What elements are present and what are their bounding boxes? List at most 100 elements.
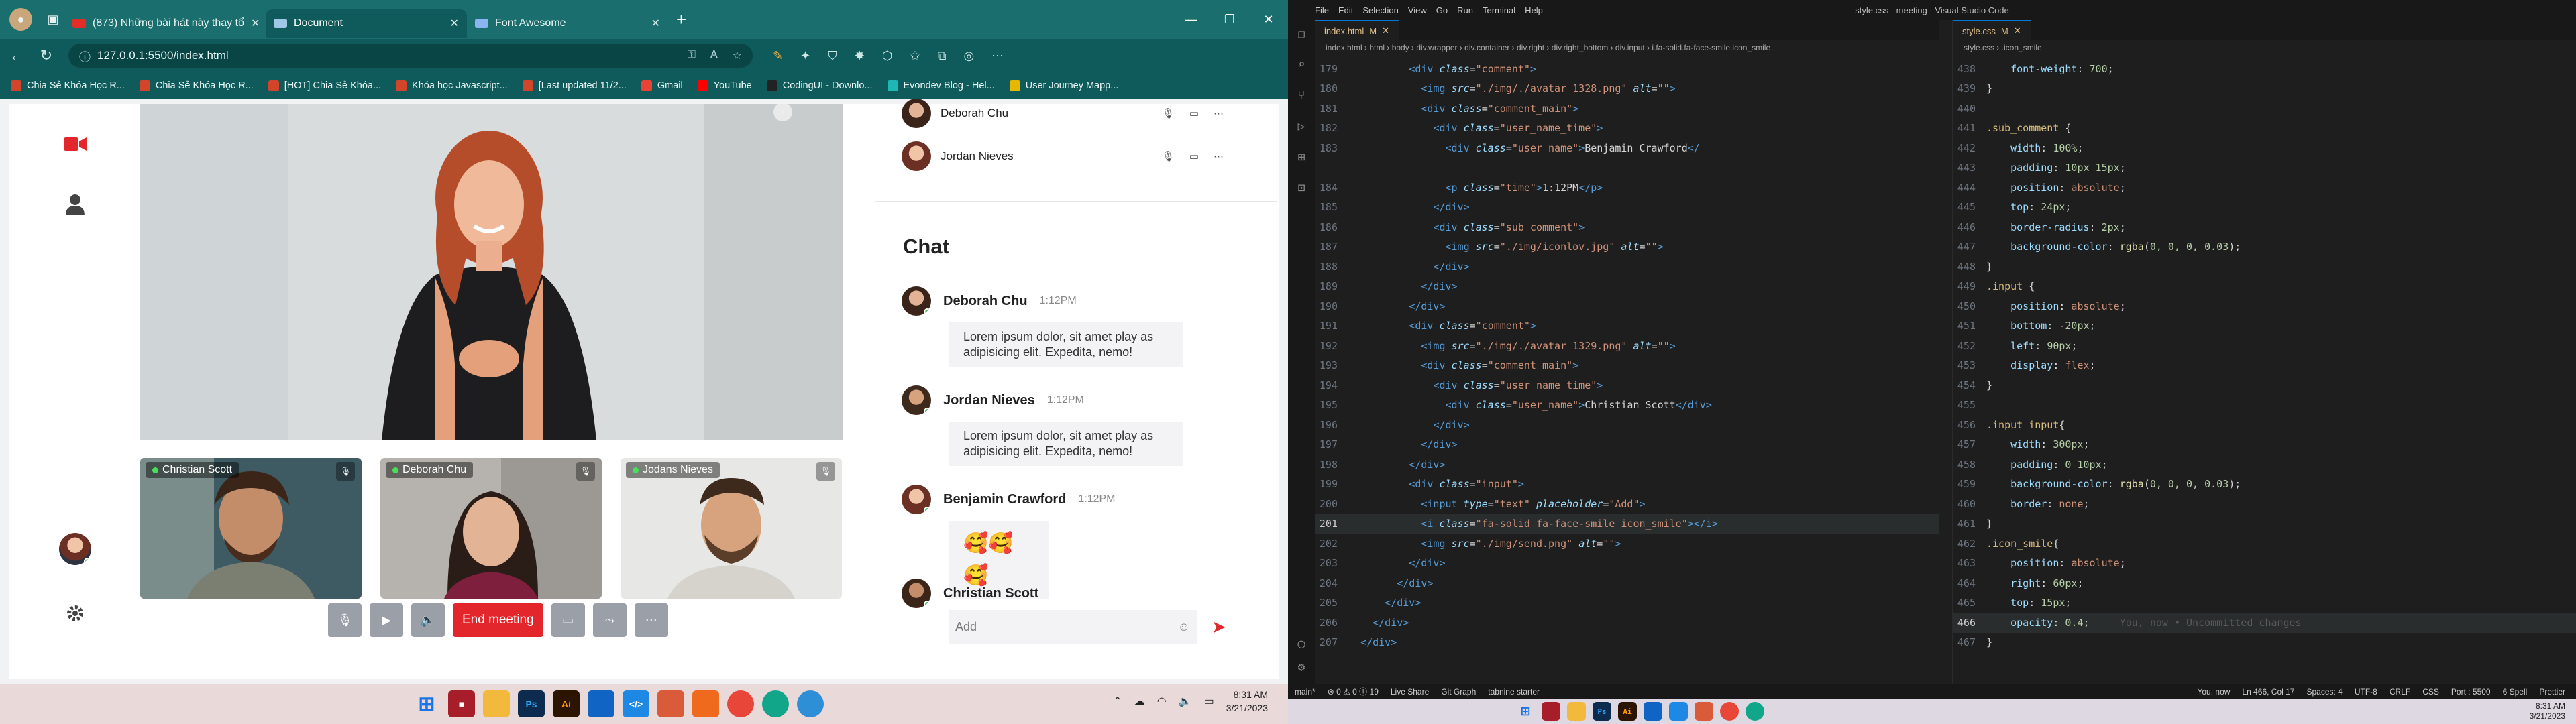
user-icon[interactable]: [62, 191, 89, 218]
profile-circle-icon[interactable]: ◎: [963, 49, 974, 63]
microphone-icon[interactable]: 🎙: [336, 462, 355, 481]
extension-icon[interactable]: ⬡: [882, 49, 893, 63]
minimize-icon[interactable]: —: [1171, 0, 1210, 39]
folder-icon[interactable]: [1567, 702, 1586, 721]
address-bar[interactable]: ⓘ 127.0.0.1:5500/index.html ⚿ A ☆: [68, 44, 753, 68]
edge-icon[interactable]: [797, 690, 824, 717]
account-icon[interactable]: ◯: [1293, 637, 1309, 653]
app-icon[interactable]: [692, 690, 719, 717]
close-icon[interactable]: ✕: [2014, 25, 2021, 36]
microphone-icon[interactable]: 🎙: [816, 462, 835, 481]
language-status[interactable]: CSS: [2422, 687, 2439, 697]
bookmark[interactable]: Chia Sẻ Khóa Học R...: [11, 80, 125, 91]
app-icon[interactable]: [1542, 702, 1560, 721]
participant-thumbnail[interactable]: Deborah Chu 🎙: [380, 458, 602, 599]
windows-icon[interactable]: ⊞: [1516, 702, 1535, 721]
close-window-icon[interactable]: ✕: [1249, 0, 1288, 39]
bookmark[interactable]: Khóa học Javascript...: [396, 80, 508, 91]
smile-icon[interactable]: ☺: [1178, 620, 1190, 634]
clock[interactable]: 8:31 AM 3/21/2023: [1226, 688, 1268, 715]
editor-css[interactable]: style.css M ✕ style.css › .icon_smile 438 …: [1952, 20, 2576, 684]
gear-icon[interactable]: [62, 600, 89, 627]
cloud-icon[interactable]: ☁: [1134, 695, 1145, 708]
photoshop-icon[interactable]: Ps: [1593, 702, 1611, 721]
app-icon[interactable]: [657, 690, 684, 717]
extensions-icon[interactable]: ⊞: [1293, 150, 1309, 166]
end-meeting-button[interactable]: End meeting: [453, 603, 543, 637]
tab-actions-icon[interactable]: ▣: [42, 8, 64, 31]
send-icon[interactable]: ➤: [1212, 617, 1226, 638]
translate-icon[interactable]: ✸: [855, 49, 865, 63]
trello-icon[interactable]: [588, 690, 614, 717]
search-icon[interactable]: ⌕: [1293, 58, 1309, 74]
ellipsis-icon[interactable]: ⋯: [1214, 150, 1224, 162]
problems-status[interactable]: ⊗ 0 ⚠ 0 ⓘ 19: [1328, 686, 1379, 697]
favorite-icon[interactable]: ☆: [733, 49, 742, 62]
photoshop-icon[interactable]: Ps: [518, 690, 545, 717]
profile-icon[interactable]: ●: [9, 8, 32, 31]
encoding-status[interactable]: UTF-8: [2355, 687, 2377, 697]
bookmark[interactable]: [HOT] Chia Sẻ Khóa...: [268, 80, 381, 91]
close-icon[interactable]: ✕: [251, 17, 260, 30]
breadcrumb[interactable]: style.css › .icon_smile: [1953, 40, 2576, 55]
illustrator-icon[interactable]: Ai: [1618, 702, 1637, 721]
source-control-icon[interactable]: ⑂: [1293, 88, 1309, 105]
volume-icon[interactable]: 🔈: [1179, 695, 1192, 708]
key-icon[interactable]: ⚿: [688, 49, 696, 62]
info-icon[interactable]: ⓘ: [79, 48, 91, 64]
cursor-position[interactable]: Ln 466, Col 17: [2242, 687, 2294, 697]
bookmark[interactable]: [Last updated 11/2...: [522, 80, 627, 91]
screen-share-button[interactable]: ▭: [551, 603, 585, 637]
trello-icon[interactable]: [1644, 702, 1662, 721]
new-tab-button[interactable]: +: [676, 9, 686, 30]
indentation-status[interactable]: Spaces: 4: [2306, 687, 2342, 697]
favorites-icon[interactable]: ✩: [910, 49, 920, 63]
explorer-icon[interactable]: ❐: [1293, 27, 1309, 43]
git-graph-status[interactable]: Git Graph: [1441, 687, 1476, 697]
windows-icon[interactable]: ⊞: [413, 690, 440, 717]
avatar[interactable]: [59, 533, 91, 565]
tab-document[interactable]: Document ✕: [266, 9, 467, 38]
tab-font-awesome[interactable]: Font Awesome ✕: [467, 9, 668, 38]
mic-muted-icon[interactable]: 🎙: [1162, 107, 1175, 119]
refresh-icon[interactable]: ↻: [34, 47, 59, 64]
close-icon[interactable]: ✕: [1382, 25, 1389, 36]
chrome-icon[interactable]: [727, 690, 754, 717]
wifi-icon[interactable]: ◠: [1157, 695, 1167, 708]
illustrator-icon[interactable]: Ai: [553, 690, 580, 717]
participant-row[interactable]: Deborah Chu 🎙 ▭ ⋯: [902, 99, 1224, 128]
editor-html[interactable]: index.html M ✕ index.html › html › body › …: [1315, 20, 1939, 684]
more-button[interactable]: ⋯: [634, 603, 668, 637]
run-debug-icon[interactable]: ▷: [1293, 119, 1309, 135]
microphone-icon[interactable]: 🎙: [576, 462, 595, 481]
ellipsis-icon[interactable]: ⋯: [1214, 107, 1224, 119]
remote-icon[interactable]: ⊡: [1293, 181, 1309, 197]
participant-thumbnail[interactable]: Christian Scott 🎙: [140, 458, 362, 599]
live-share-status[interactable]: Live Share: [1391, 687, 1429, 697]
breadcrumb[interactable]: index.html › html › body › div.wrapper ›…: [1315, 40, 1939, 55]
tab-youtube[interactable]: (873) Những bài hát này thay tổ ✕: [64, 9, 266, 38]
tabnine-status[interactable]: tabnine starter: [1488, 687, 1540, 697]
collections-icon[interactable]: ⧉: [938, 49, 947, 63]
bookmark[interactable]: Evondev Blog - Hel...: [887, 80, 995, 91]
spell-status[interactable]: 6 Spell: [2503, 687, 2528, 697]
manage-icon[interactable]: ⚙: [1293, 660, 1309, 676]
volume-button[interactable]: 🔈: [411, 603, 445, 637]
tab-index-html[interactable]: index.html M ✕: [1315, 20, 1399, 40]
close-icon[interactable]: ✕: [450, 17, 459, 30]
shield-icon[interactable]: ⛉: [828, 49, 837, 63]
participant-thumbnail[interactable]: Jodans Nieves 🎙: [621, 458, 842, 599]
prettier-status[interactable]: Prettier: [2539, 687, 2565, 697]
edge-icon[interactable]: [1746, 702, 1764, 721]
chrome-icon[interactable]: [1720, 702, 1739, 721]
app-icon[interactable]: ■: [448, 690, 475, 717]
share-button[interactable]: ⤳: [592, 603, 627, 637]
back-icon[interactable]: ←: [4, 47, 30, 64]
puzzle-icon[interactable]: ✦: [800, 49, 810, 63]
camera-button[interactable]: ▶: [370, 603, 403, 637]
video-camera-icon[interactable]: [62, 131, 89, 158]
vscode-icon[interactable]: [1669, 702, 1688, 721]
branch-status[interactable]: main*: [1295, 687, 1316, 697]
clock[interactable]: 8:31 AM 3/21/2023: [2530, 701, 2565, 721]
bookmark-gmail[interactable]: Gmail: [641, 80, 683, 91]
